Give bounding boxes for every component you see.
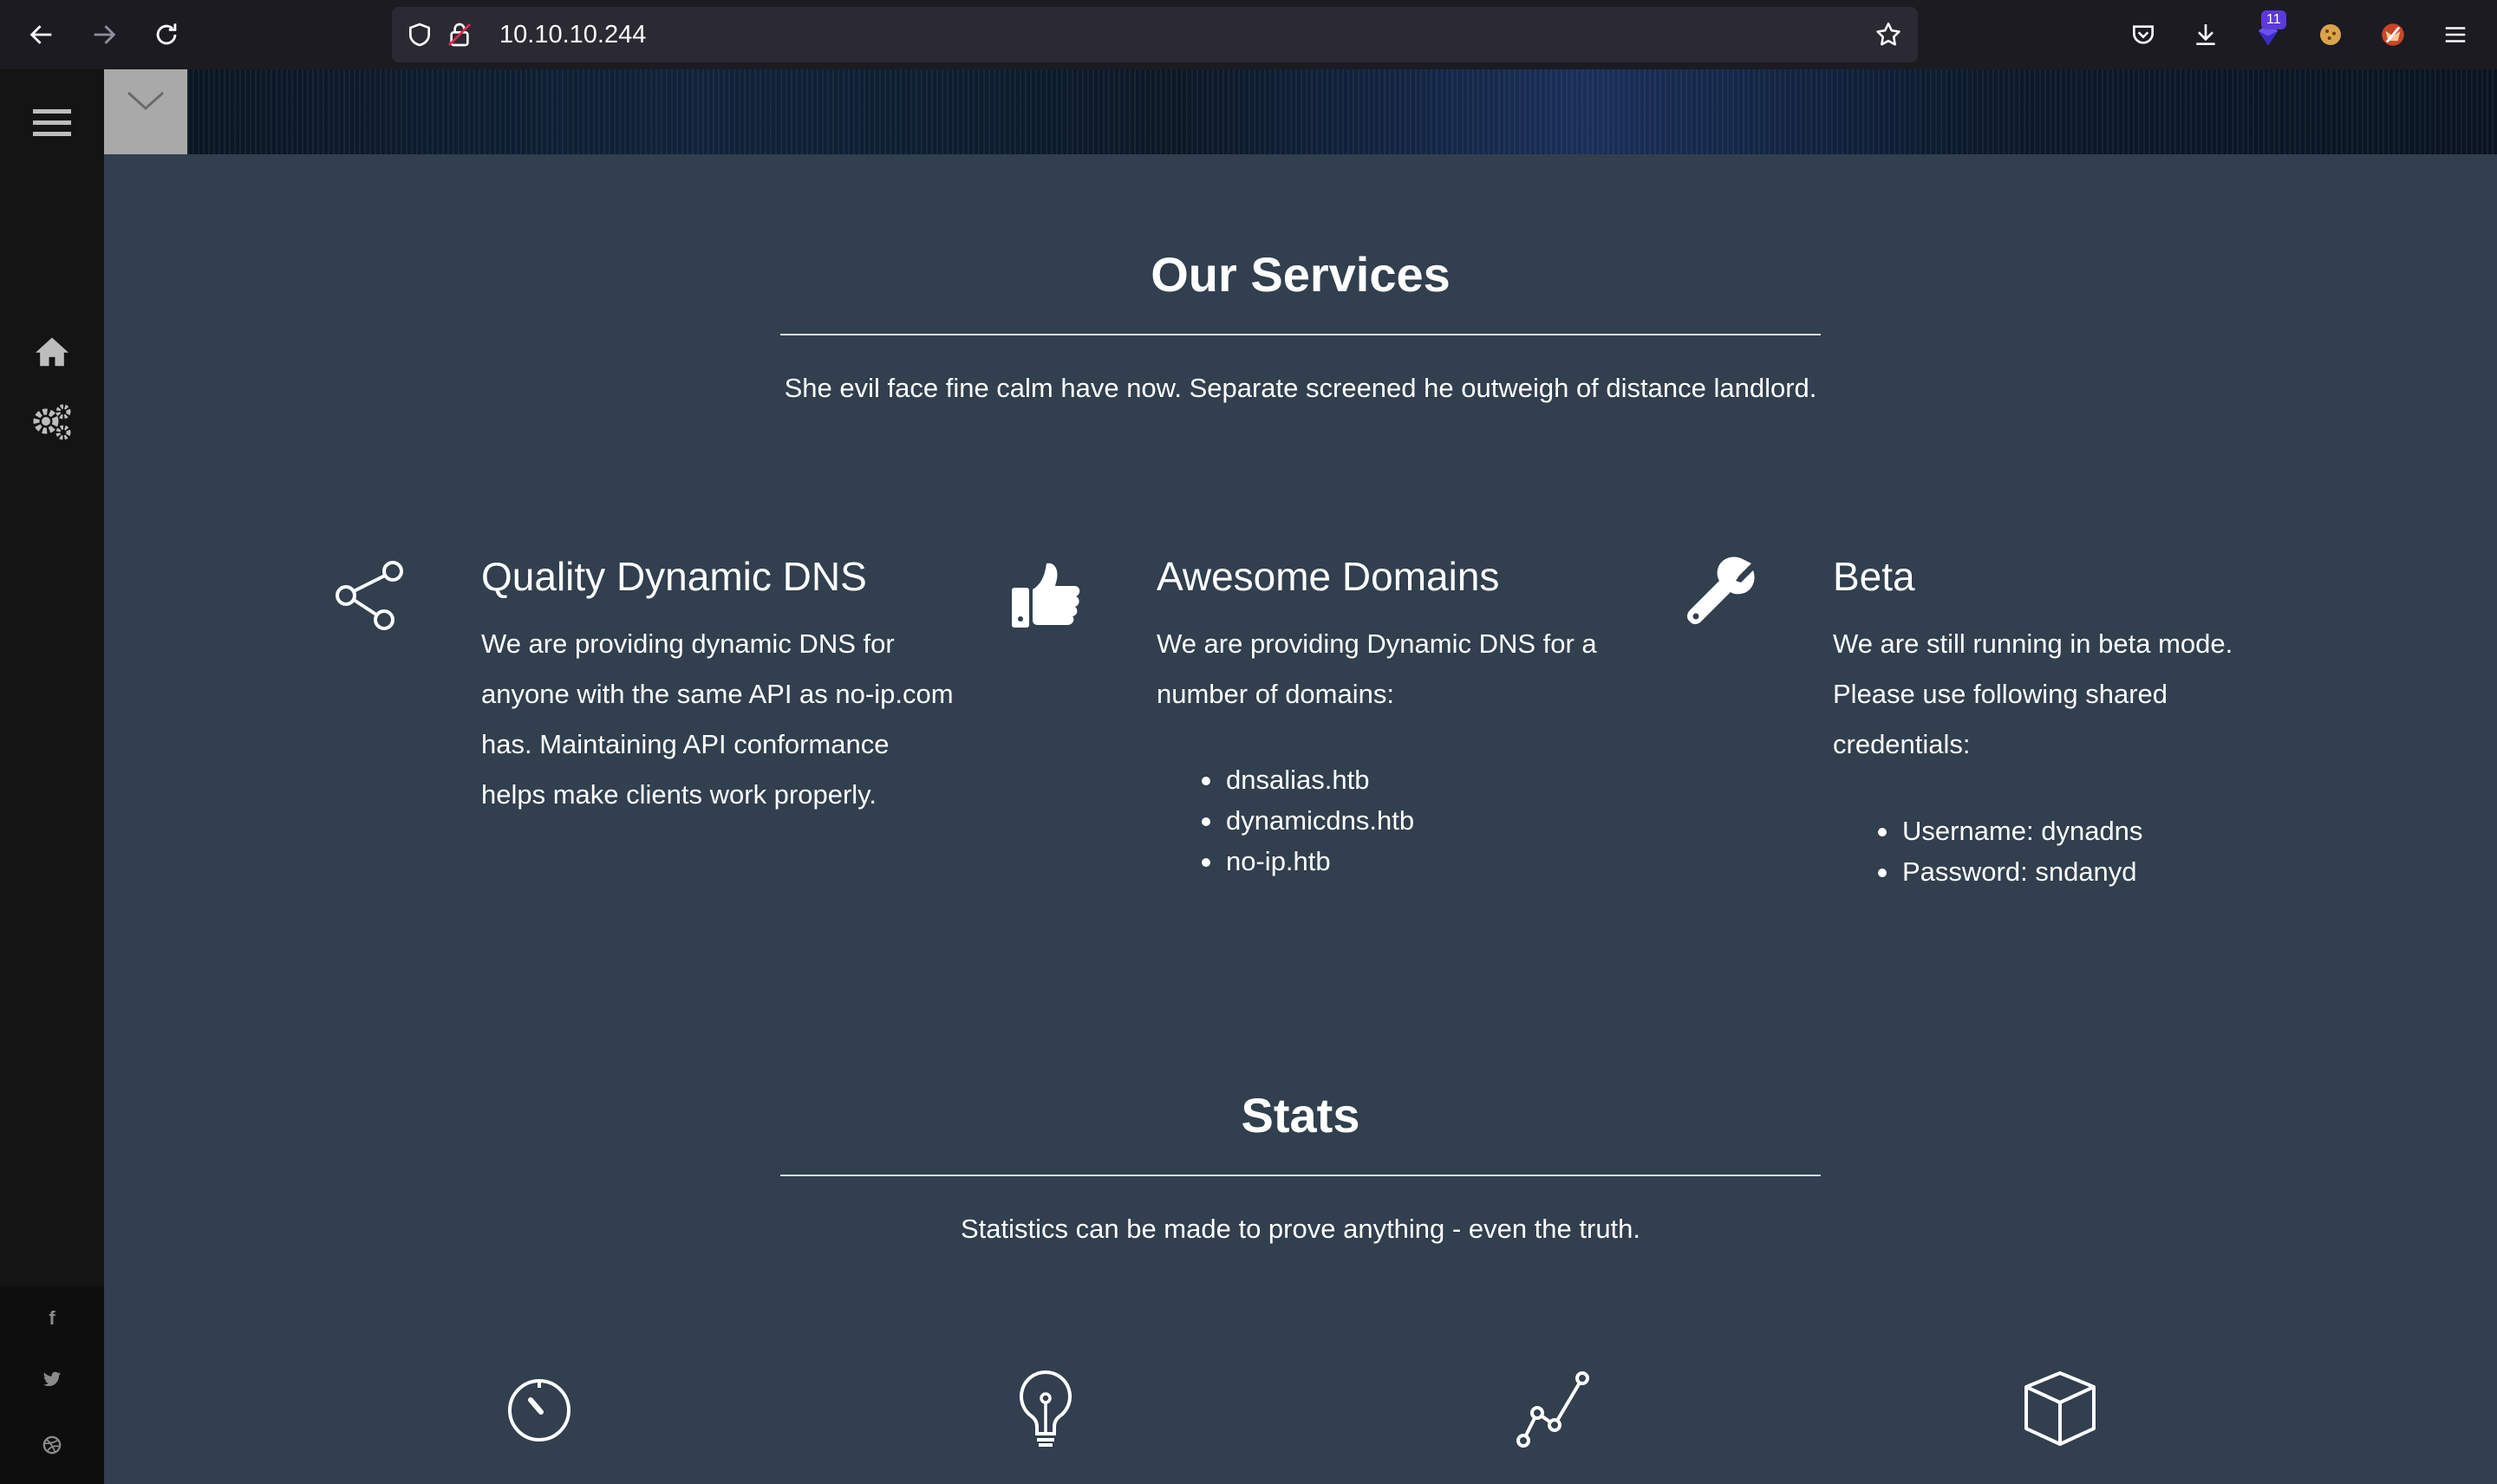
stats-title: Stats — [1241, 1088, 1360, 1142]
service-title: Beta — [1833, 554, 1915, 599]
list-item: no-ip.htb — [1201, 841, 1414, 882]
sidebar-menu-toggle[interactable] — [0, 106, 104, 145]
lightbulb-icon — [1002, 1361, 1089, 1456]
domain-list: dnsalias.htb dynamicdns.htb no-ip.htb — [1157, 759, 1414, 882]
reload-icon — [152, 20, 181, 49]
forward-arrow-icon — [89, 20, 119, 49]
back-arrow-icon — [27, 20, 56, 49]
cube-icon — [2017, 1361, 2103, 1456]
site-sidebar: f — [0, 69, 104, 1484]
hamburger-icon — [33, 106, 71, 145]
home-icon — [34, 335, 70, 372]
services-divider — [780, 334, 1821, 335]
service-line: We are still running in beta mode. — [1833, 628, 2233, 659]
services-subtitle: She evil face fine calm have now. Separa… — [784, 373, 1817, 403]
service-line: helps make clients work properly. — [481, 779, 877, 810]
service-line: credentials: — [1833, 729, 1971, 759]
service-title: Quality Dynamic DNS — [481, 554, 867, 599]
pocket-icon[interactable] — [2122, 14, 2164, 55]
header-dropdown-button[interactable] — [104, 69, 187, 154]
back-button[interactable] — [21, 14, 62, 55]
list-item: Username: dynadns — [1877, 810, 2142, 851]
service-description: We are providing dynamic DNS for anyone … — [481, 619, 967, 820]
stats-divider — [780, 1175, 1821, 1176]
wrench-icon — [1680, 553, 1764, 636]
list-item: dynamicdns.htb — [1201, 800, 1414, 841]
services-title: Our Services — [1151, 247, 1451, 302]
facebook-link[interactable]: f — [0, 1307, 104, 1330]
list-item: Password: sndanyd — [1877, 851, 2142, 892]
twitter-icon — [42, 1371, 62, 1393]
extension-badge: 11 — [2261, 10, 2286, 29]
service-line: We are providing dynamic DNS for — [481, 628, 895, 659]
header-banner — [104, 69, 2497, 154]
sidebar-item-settings[interactable] — [0, 402, 104, 446]
service-description: We are still running in beta mode. Pleas… — [1833, 619, 2318, 770]
social-links: f — [0, 1286, 104, 1484]
credentials-list: Username: dynadns Password: sndanyd — [1833, 810, 2142, 892]
chevron-down-icon — [127, 90, 165, 117]
insecure-lock-icon[interactable] — [442, 17, 477, 52]
app-menu-icon[interactable] — [2435, 14, 2476, 55]
service-line: anyone with the same API as no-ip.com — [481, 679, 954, 709]
url-text[interactable]: 10.10.10.244 — [499, 7, 646, 62]
list-item: dnsalias.htb — [1201, 759, 1414, 800]
sidebar-item-home[interactable] — [0, 335, 104, 372]
address-bar[interactable]: 10.10.10.244 — [392, 7, 1918, 62]
service-line: number of domains: — [1157, 679, 1394, 709]
dribbble-link[interactable] — [0, 1435, 104, 1460]
cookie-icon[interactable] — [2310, 14, 2351, 55]
shield-icon[interactable] — [402, 17, 437, 52]
line-graph-icon — [1510, 1361, 1597, 1456]
reload-button[interactable] — [146, 14, 187, 55]
fox-extension-icon[interactable] — [2372, 14, 2414, 55]
bookmark-star-icon[interactable] — [1871, 17, 1906, 52]
share-icon — [328, 553, 411, 636]
stats-subtitle: Statistics can be made to prove anything… — [960, 1214, 1641, 1244]
stopwatch-icon — [496, 1361, 583, 1456]
browser-toolbar: 10.10.10.244 11 — [0, 0, 2497, 69]
service-line: has. Maintaining API conformance — [481, 729, 890, 759]
forward-button[interactable] — [83, 14, 125, 55]
service-description: We are providing Dynamic DNS for a numbe… — [1157, 619, 1642, 719]
twitter-link[interactable] — [0, 1371, 104, 1394]
service-line: We are providing Dynamic DNS for a — [1157, 628, 1597, 659]
gears-icon — [30, 402, 74, 446]
downloads-icon[interactable] — [2185, 14, 2226, 55]
service-line: Please use following shared — [1833, 679, 2168, 709]
facebook-icon: f — [49, 1307, 55, 1329]
dribbble-icon — [42, 1435, 62, 1459]
service-title: Awesome Domains — [1157, 554, 1500, 599]
thumbs-up-icon — [1004, 553, 1087, 636]
